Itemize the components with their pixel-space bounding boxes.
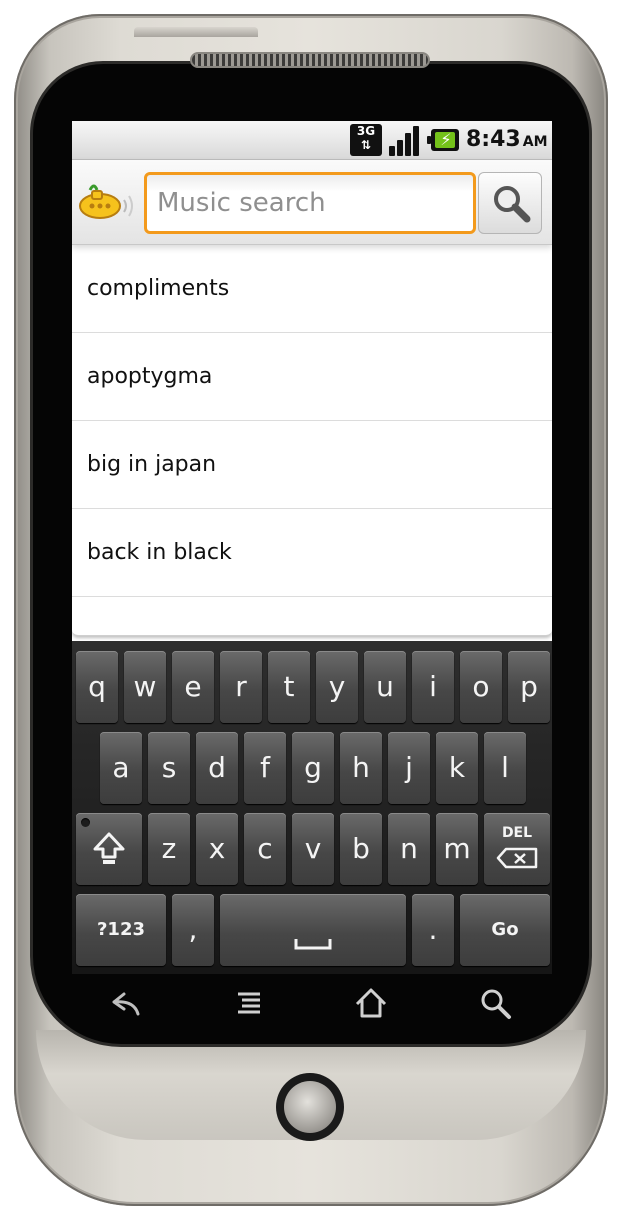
search-button[interactable] [478,172,542,234]
key-j[interactable]: j [388,732,430,804]
suggestion-item[interactable]: back in black [72,509,552,597]
key-c[interactable]: c [244,813,286,885]
back-arrow-icon[interactable] [106,984,146,1024]
comma-key[interactable]: , [172,894,214,966]
key-e[interactable]: e [172,651,214,723]
key-l[interactable]: l [484,732,526,804]
suggestion-item[interactable]: compliments [72,245,552,333]
search-input[interactable] [147,175,473,231]
signal-strength-icon [387,124,419,156]
data-activity-arrows: ⇅ [360,138,372,152]
key-d[interactable]: d [196,732,238,804]
signal-bar-1 [389,146,395,156]
trackball-button[interactable] [284,1081,336,1133]
suggestion-label: big in japan [87,452,217,477]
screen: 3G ⇅ ⚡ 8:43 AM Music search compliments … [72,121,552,974]
search-icon[interactable] [476,984,516,1024]
key-a[interactable]: a [100,732,142,804]
key-r[interactable]: r [220,651,262,723]
clock-ampm: AM [522,134,548,150]
suggestion-list: compliments apoptygma big in japan back … [72,245,552,636]
key-s[interactable]: s [148,732,190,804]
period-key[interactable]: . [412,894,454,966]
yellow-submarine-icon[interactable] [78,180,136,224]
signal-bar-3 [405,133,411,156]
key-h[interactable]: h [340,732,382,804]
signal-bar-4 [413,126,419,156]
key-m[interactable]: m [436,813,478,885]
delete-key[interactable]: DEL [484,813,550,885]
symbols-key[interactable]: ?123 [76,894,166,966]
key-y[interactable]: y [316,651,358,723]
suggestion-item-partial[interactable] [72,597,552,635]
suggestion-label: compliments [87,276,230,301]
menu-icon[interactable] [230,984,270,1024]
key-v[interactable]: v [292,813,334,885]
suggestion-item[interactable]: big in japan [72,421,552,509]
key-t[interactable]: t [268,651,310,723]
key-z[interactable]: z [148,813,190,885]
clock: 8:43 AM [466,125,548,155]
key-p[interactable]: p [508,651,550,723]
earpiece-speaker [190,52,430,68]
shift-arrow-icon [93,832,125,864]
space-key[interactable] [220,894,406,966]
soft-keyboard: q w e r t y u i o p a s d f g h j k l z … [72,641,552,974]
charging-bolt-icon: ⚡ [440,130,452,149]
key-x[interactable]: x [196,813,238,885]
search-field[interactable] [144,172,476,234]
search-header [72,160,552,245]
home-icon[interactable] [351,984,391,1024]
network-type-label: 3G [356,124,376,138]
suggestion-label: back in black [87,540,232,565]
key-q[interactable]: q [76,651,118,723]
status-bar: 3G ⇅ ⚡ 8:43 AM [72,121,552,160]
key-w[interactable]: w [124,651,166,723]
clock-time: 8:43 [466,127,521,152]
shift-key[interactable] [76,813,142,885]
key-f[interactable]: f [244,732,286,804]
space-bar-icon [294,939,332,950]
network-3g-icon: 3G ⇅ [350,124,382,156]
suggestion-item[interactable]: apoptygma [72,333,552,421]
navigation-bar [72,974,552,1034]
key-i[interactable]: i [412,651,454,723]
battery-charging-icon: ⚡ [427,129,459,151]
magnifier-icon [494,186,531,223]
key-o[interactable]: o [460,651,502,723]
go-key[interactable]: Go [460,894,550,966]
suggestion-label: apoptygma [87,364,213,389]
power-button[interactable] [134,27,258,37]
key-n[interactable]: n [388,813,430,885]
key-g[interactable]: g [292,732,334,804]
signal-bar-2 [397,140,403,156]
key-u[interactable]: u [364,651,406,723]
delete-key-label: DEL [501,825,533,841]
key-b[interactable]: b [340,813,382,885]
backspace-icon [496,847,538,869]
key-k[interactable]: k [436,732,478,804]
